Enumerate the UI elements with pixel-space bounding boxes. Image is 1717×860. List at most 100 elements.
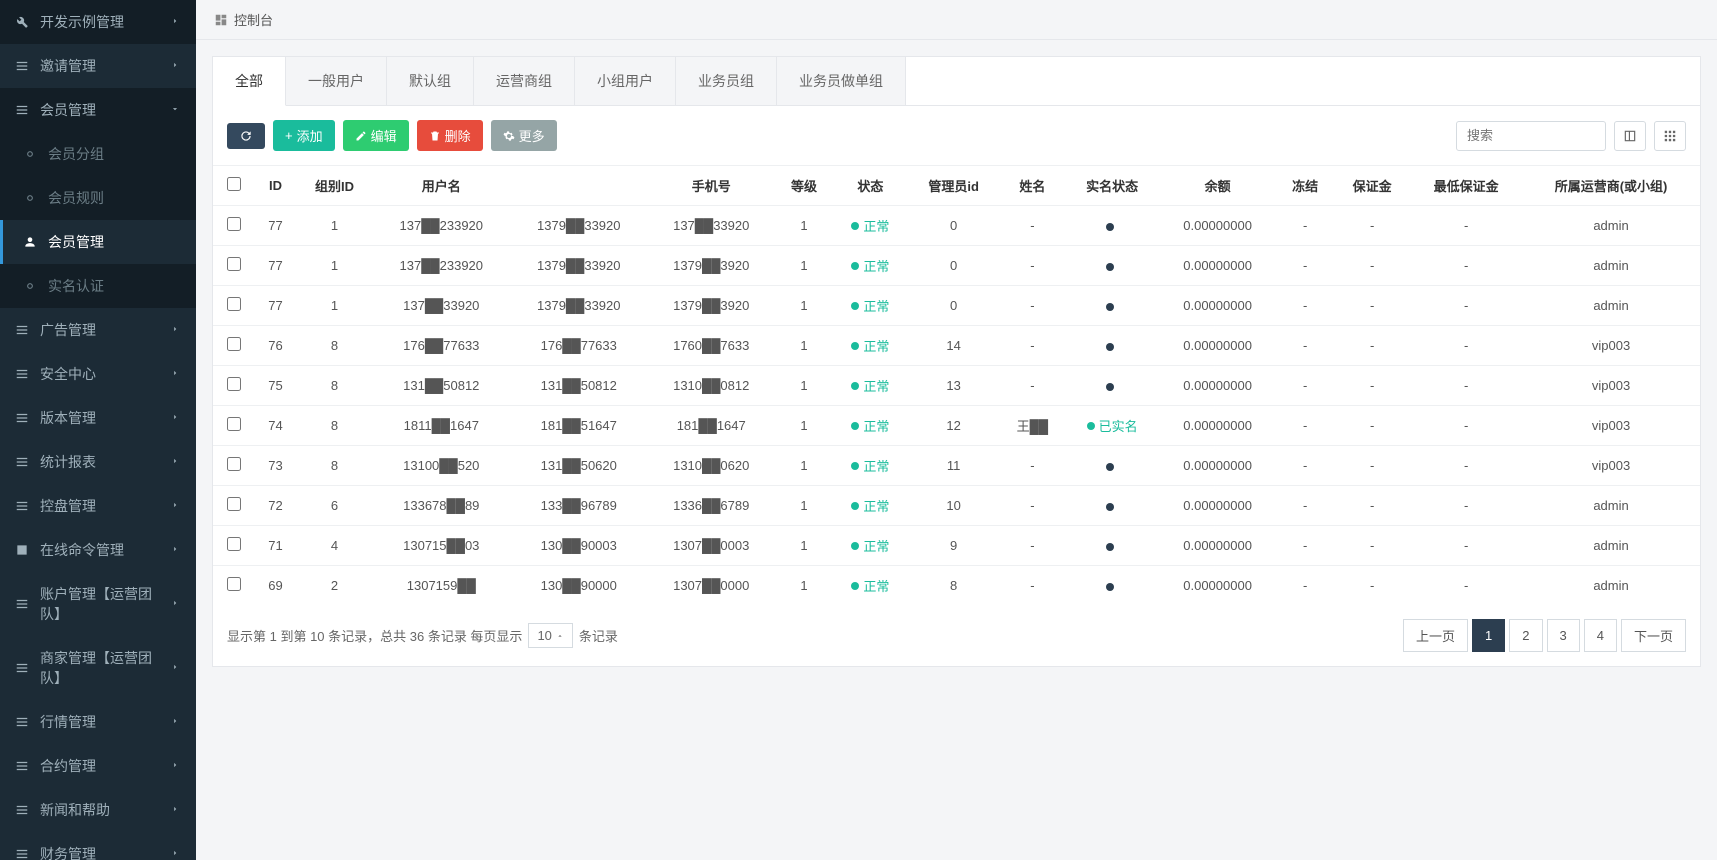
page-2[interactable]: 2 xyxy=(1509,619,1542,652)
cell-id: 73 xyxy=(254,446,296,486)
pagination: 上一页1234下一页 xyxy=(1403,619,1686,652)
chevron-right-icon xyxy=(170,500,182,512)
sidebar-subitem-2[interactable]: 会员管理 xyxy=(0,220,196,264)
sidebar-item-8[interactable]: 在线命令管理 xyxy=(0,528,196,572)
page-4[interactable]: 4 xyxy=(1584,619,1617,652)
cell-username: 1811██1647 xyxy=(373,406,510,446)
row-checkbox[interactable] xyxy=(227,577,241,591)
status-dot-icon xyxy=(1106,263,1114,271)
sidebar-subitem-3[interactable]: 实名认证 xyxy=(0,264,196,308)
tab-5[interactable]: 业务员组 xyxy=(676,57,777,105)
cell-gid: 1 xyxy=(297,246,373,286)
sidebar-label: 版本管理 xyxy=(40,408,170,428)
cell-status: 正常 xyxy=(833,486,908,526)
sidebar-sublabel: 会员规则 xyxy=(48,188,182,208)
status-dot-icon xyxy=(1106,543,1114,551)
row-checkbox[interactable] xyxy=(227,497,241,511)
sidebar-subitem-0[interactable]: 会员分组 xyxy=(0,132,196,176)
cell-adminid: 0 xyxy=(908,286,1000,326)
row-checkbox[interactable] xyxy=(227,537,241,551)
row-checkbox[interactable] xyxy=(227,257,241,271)
sidebar-item-14[interactable]: 财务管理 xyxy=(0,832,196,860)
sidebar-label: 统计报表 xyxy=(40,452,170,472)
sidebar-item-7[interactable]: 控盘管理 xyxy=(0,484,196,528)
page-3[interactable]: 3 xyxy=(1547,619,1580,652)
page-next[interactable]: 下一页 xyxy=(1621,619,1686,652)
sidebar-item-2[interactable]: 会员管理 xyxy=(0,88,196,132)
cell-level: 1 xyxy=(775,486,833,526)
row-checkbox[interactable] xyxy=(227,377,241,391)
cell-name: - xyxy=(1000,486,1066,526)
cell-adminid: 8 xyxy=(908,566,1000,606)
tab-2[interactable]: 默认组 xyxy=(387,57,474,105)
grid-button[interactable] xyxy=(1654,121,1686,151)
delete-button[interactable]: 删除 xyxy=(417,120,483,151)
edit-button[interactable]: 编辑 xyxy=(343,120,409,151)
cell-c4: 131██50620 xyxy=(510,446,647,486)
status-dot-icon xyxy=(851,342,859,350)
pencil-icon xyxy=(355,130,367,142)
sidebar-subitem-1[interactable]: 会员规则 xyxy=(0,176,196,220)
add-button[interactable]: + 添加 xyxy=(273,120,335,151)
tab-4[interactable]: 小组用户 xyxy=(575,57,676,105)
status-dot-icon xyxy=(851,262,859,270)
cell-mindeposit: - xyxy=(1410,406,1522,446)
sidebar-item-5[interactable]: 版本管理 xyxy=(0,396,196,440)
sidebar-label: 控盘管理 xyxy=(40,496,170,516)
col-3: 用户名 xyxy=(373,166,510,206)
status-dot-icon xyxy=(1106,383,1114,391)
tab-3[interactable]: 运营商组 xyxy=(474,57,575,105)
gear-icon xyxy=(503,130,515,142)
cell-phone: 1310██0620 xyxy=(647,446,774,486)
cell-owner: admin xyxy=(1522,246,1700,286)
sidebar-item-12[interactable]: 合约管理 xyxy=(0,744,196,788)
cell-username: 131██50812 xyxy=(373,366,510,406)
tab-0[interactable]: 全部 xyxy=(213,57,286,106)
row-checkbox[interactable] xyxy=(227,417,241,431)
sidebar-item-11[interactable]: 行情管理 xyxy=(0,700,196,744)
caret-icon xyxy=(556,632,564,640)
cell-mindeposit: - xyxy=(1410,206,1522,246)
status-dot-icon xyxy=(1106,583,1114,591)
sidebar-item-0[interactable]: 开发示例管理 xyxy=(0,0,196,44)
more-button[interactable]: 更多 xyxy=(491,120,557,151)
tab-1[interactable]: 一般用户 xyxy=(286,57,387,105)
columns-button[interactable] xyxy=(1614,121,1646,151)
status-dot-icon xyxy=(1106,343,1114,351)
cell-username: 137██233920 xyxy=(373,246,510,286)
select-all-checkbox[interactable] xyxy=(227,177,241,191)
list-icon xyxy=(14,498,30,514)
list-icon xyxy=(14,102,30,118)
list-icon xyxy=(14,758,30,774)
cell-status: 正常 xyxy=(833,446,908,486)
sidebar-item-3[interactable]: 广告管理 xyxy=(0,308,196,352)
row-checkbox[interactable] xyxy=(227,337,241,351)
cell-name: - xyxy=(1000,326,1066,366)
tab-6[interactable]: 业务员做单组 xyxy=(777,57,906,105)
row-checkbox[interactable] xyxy=(227,297,241,311)
page-size-select[interactable]: 10 xyxy=(528,623,572,648)
sidebar-item-10[interactable]: 商家管理【运营团队】 xyxy=(0,636,196,700)
cell-c4: 1379██33920 xyxy=(510,286,647,326)
status-dot-icon xyxy=(851,302,859,310)
search-input[interactable] xyxy=(1456,121,1606,151)
chevron-right-icon xyxy=(170,804,182,816)
status-dot-icon xyxy=(851,502,859,510)
sidebar-item-9[interactable]: 账户管理【运营团队】 xyxy=(0,572,196,636)
list-icon xyxy=(14,454,30,470)
row-checkbox[interactable] xyxy=(227,457,241,471)
page-1[interactable]: 1 xyxy=(1472,619,1505,652)
status-dot-icon xyxy=(1106,503,1114,511)
cell-balance: 0.00000000 xyxy=(1159,486,1276,526)
refresh-button[interactable] xyxy=(227,123,265,149)
cell-c4: 1379██33920 xyxy=(510,206,647,246)
sidebar-item-4[interactable]: 安全中心 xyxy=(0,352,196,396)
row-checkbox[interactable] xyxy=(227,217,241,231)
sidebar-item-13[interactable]: 新闻和帮助 xyxy=(0,788,196,832)
sidebar-item-1[interactable]: 邀请管理 xyxy=(0,44,196,88)
sidebar-item-6[interactable]: 统计报表 xyxy=(0,440,196,484)
cell-phone: 1310██0812 xyxy=(647,366,774,406)
sidebar-label: 邀请管理 xyxy=(40,56,170,76)
page-prev[interactable]: 上一页 xyxy=(1403,619,1468,652)
cell-balance: 0.00000000 xyxy=(1159,406,1276,446)
